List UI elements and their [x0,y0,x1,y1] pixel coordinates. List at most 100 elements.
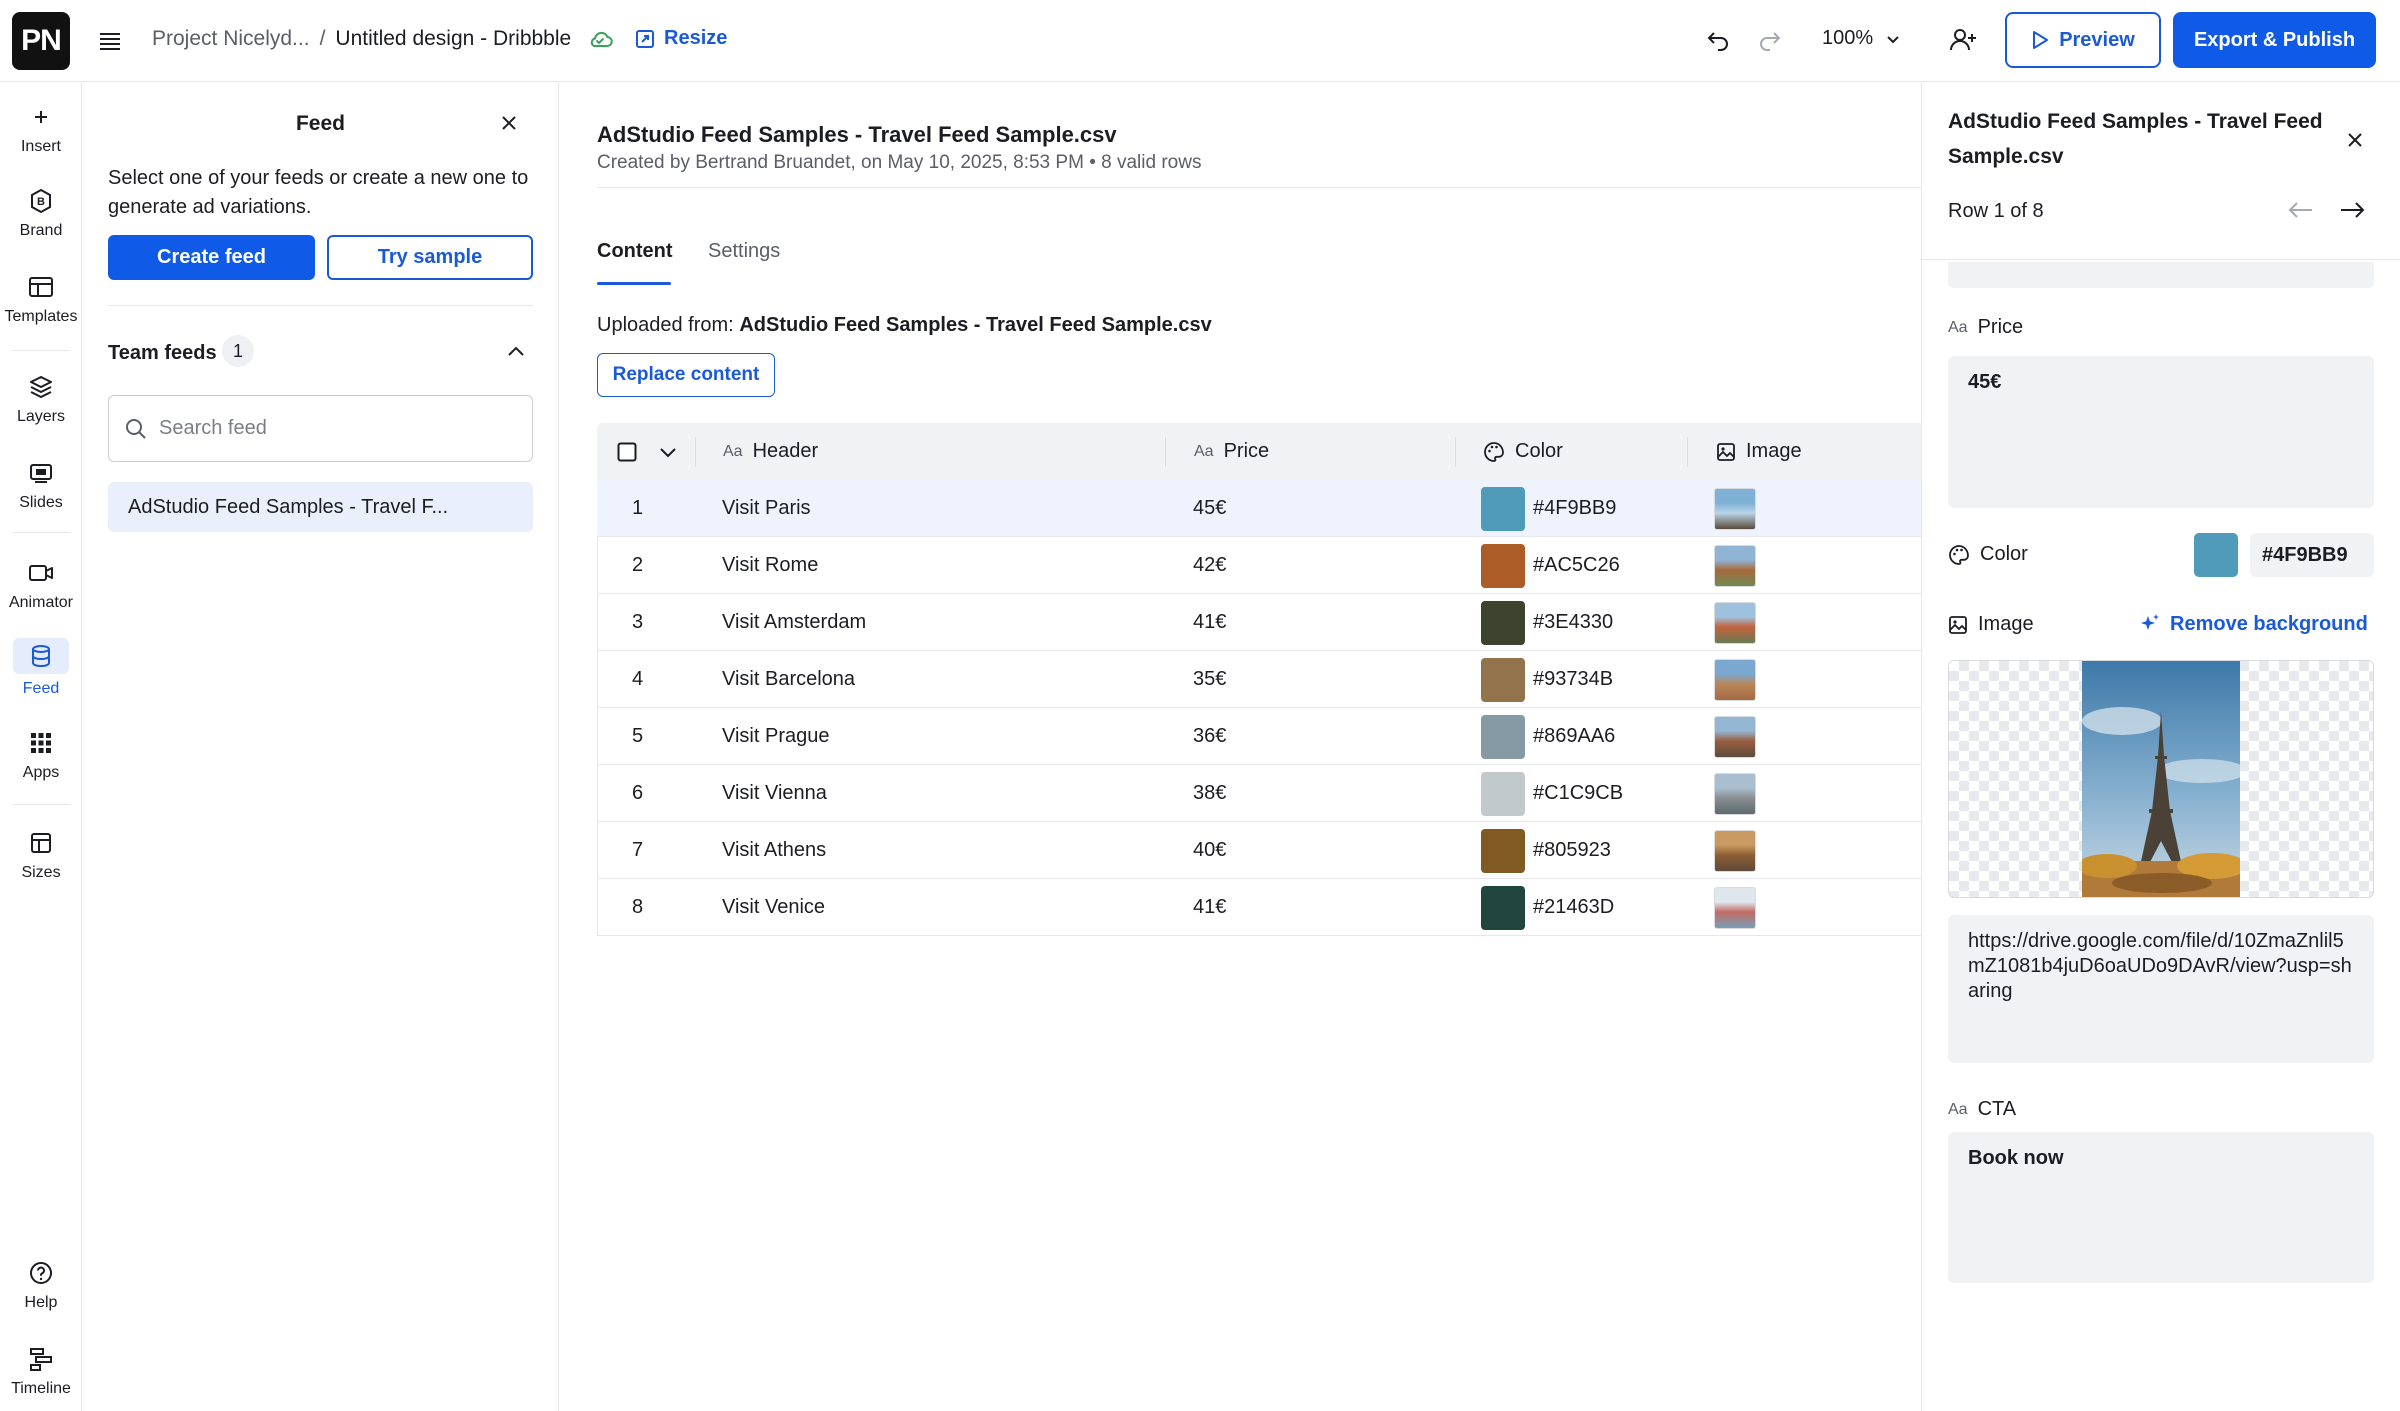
image-cell[interactable] [1714,822,1756,879]
image-preview[interactable] [1948,660,2374,898]
menu-icon[interactable] [97,28,123,54]
rail-item-timeline[interactable]: Timeline [0,1344,82,1398]
table-row[interactable]: 2 Visit Rome 42€ #AC5C26 [597,537,1921,594]
preview-button[interactable]: Preview [2005,12,2161,68]
column-header-color[interactable]: Color [1483,423,1563,480]
rail-item-animator[interactable]: Animator [0,558,82,612]
color-cell[interactable]: #3E4330 [1481,594,1613,651]
column-header-header[interactable]: Aa Header [723,423,818,480]
color-cell[interactable]: #805923 [1481,822,1611,879]
price-cell[interactable]: 40€ [1193,822,1226,879]
create-feed-button[interactable]: Create feed [108,235,315,280]
chevron-down-icon [1887,35,1899,43]
rail-item-slides[interactable]: Slides [0,458,82,512]
color-cell[interactable]: #AC5C26 [1481,537,1620,594]
rail-item-layers[interactable]: Layers [0,372,82,426]
header-cell[interactable]: Visit Vienna [722,765,827,822]
redo-icon[interactable] [1756,28,1782,52]
remove-background-button[interactable]: Remove background [2138,612,2368,636]
chevron-up-icon[interactable] [507,345,525,357]
header-cell[interactable]: Visit Venice [722,879,825,936]
rail-label: Layers [16,408,66,425]
rail-label: Sizes [21,864,61,881]
image-cell[interactable] [1714,480,1756,537]
help-icon [26,1258,56,1288]
table-row[interactable]: 6 Visit Vienna 38€ #C1C9CB [597,765,1921,822]
header-cell[interactable]: Visit Athens [722,822,826,879]
add-user-icon[interactable] [1948,25,1978,55]
search-feed-field[interactable] [108,395,533,462]
price-cell[interactable]: 45€ [1193,480,1226,537]
column-header-image[interactable]: Image [1716,423,1802,480]
color-hex: #805923 [1533,839,1611,861]
design-title[interactable]: Untitled design - Dribbble [335,27,571,51]
arrow-left-icon[interactable] [2288,200,2314,220]
color-swatch[interactable] [2194,533,2238,577]
image-cell[interactable] [1714,765,1756,822]
timeline-icon [26,1344,56,1374]
color-cell[interactable]: #869AA6 [1481,708,1615,765]
row-number: 6 [632,782,644,804]
rail-item-apps[interactable]: Apps [0,728,82,782]
image-cell[interactable] [1714,879,1756,936]
color-cell[interactable]: #21463D [1481,879,1614,936]
rail-item-brand[interactable]: B Brand [0,186,82,240]
resize-button[interactable]: Resize [634,27,727,50]
image-cell[interactable] [1714,651,1756,708]
table-row[interactable]: 3 Visit Amsterdam 41€ #3E4330 [597,594,1921,651]
price-cell[interactable]: 41€ [1193,879,1226,936]
header-cell[interactable]: Visit Prague [722,708,829,765]
replace-content-button[interactable]: Replace content [597,353,775,397]
zoom-dropdown[interactable]: 100% [1822,27,1901,50]
image-thumbnail [1714,487,1756,530]
price-cell[interactable]: 41€ [1193,594,1226,651]
tab-settings[interactable]: Settings [708,240,780,263]
color-swatch [1481,771,1525,816]
header-cell[interactable]: Visit Paris [722,480,811,537]
price-cell[interactable]: 35€ [1193,651,1226,708]
image-cell[interactable] [1714,708,1756,765]
header-cell[interactable]: Visit Amsterdam [722,594,866,651]
image-field-label: Image [1948,613,2034,636]
image-cell[interactable] [1714,537,1756,594]
price-cell[interactable]: 36€ [1193,708,1226,765]
rail-item-sizes[interactable]: Sizes [0,828,82,882]
undo-icon[interactable] [1706,28,1732,52]
column-header-price[interactable]: Aa Price [1194,423,1269,480]
table-row[interactable]: 5 Visit Prague 36€ #869AA6 [597,708,1921,765]
color-hex: #C1C9CB [1533,782,1624,804]
header-cell[interactable]: Visit Rome [722,537,818,594]
color-hex-field[interactable]: #4F9BB9 [2250,533,2374,577]
chevron-down-icon[interactable] [659,423,677,480]
price-field[interactable]: 45€ [1948,356,2374,508]
tab-content[interactable]: Content [597,240,673,263]
color-cell[interactable]: #4F9BB9 [1481,480,1616,537]
search-input[interactable] [159,417,499,440]
close-icon[interactable] [500,114,518,132]
close-icon[interactable] [2347,132,2363,148]
rail-item-templates[interactable]: Templates [0,272,82,326]
rail-item-feed[interactable]: Feed [0,638,82,698]
table-row[interactable]: 4 Visit Barcelona 35€ #93734B [597,651,1921,708]
export-publish-button[interactable]: Export & Publish [2173,12,2376,68]
breadcrumb-project[interactable]: Project Nicelyd... [152,27,310,51]
table-row[interactable]: 1 Visit Paris 45€ #4F9BB9 [597,480,1921,537]
price-cell[interactable]: 38€ [1193,765,1226,822]
header-field-box[interactable] [1948,262,2374,288]
image-url-field[interactable]: https://drive.google.com/file/d/10ZmaZnl… [1948,915,2374,1063]
rail-item-help[interactable]: Help [0,1258,82,1312]
feed-list-item[interactable]: AdStudio Feed Samples - Travel F... [108,482,533,532]
image-cell[interactable] [1714,594,1756,651]
select-all-checkbox[interactable] [617,423,637,480]
color-cell[interactable]: #93734B [1481,651,1613,708]
cta-field[interactable]: Book now [1948,1132,2374,1283]
header-cell[interactable]: Visit Barcelona [722,651,855,708]
rail-item-insert[interactable]: Insert [0,102,82,156]
try-sample-button[interactable]: Try sample [327,235,533,280]
app-logo[interactable]: PN [12,12,70,70]
price-cell[interactable]: 42€ [1193,537,1226,594]
color-cell[interactable]: #C1C9CB [1481,765,1623,822]
table-row[interactable]: 7 Visit Athens 40€ #805923 [597,822,1921,879]
arrow-right-icon[interactable] [2339,200,2365,220]
table-row[interactable]: 8 Visit Venice 41€ #21463D [597,879,1921,936]
